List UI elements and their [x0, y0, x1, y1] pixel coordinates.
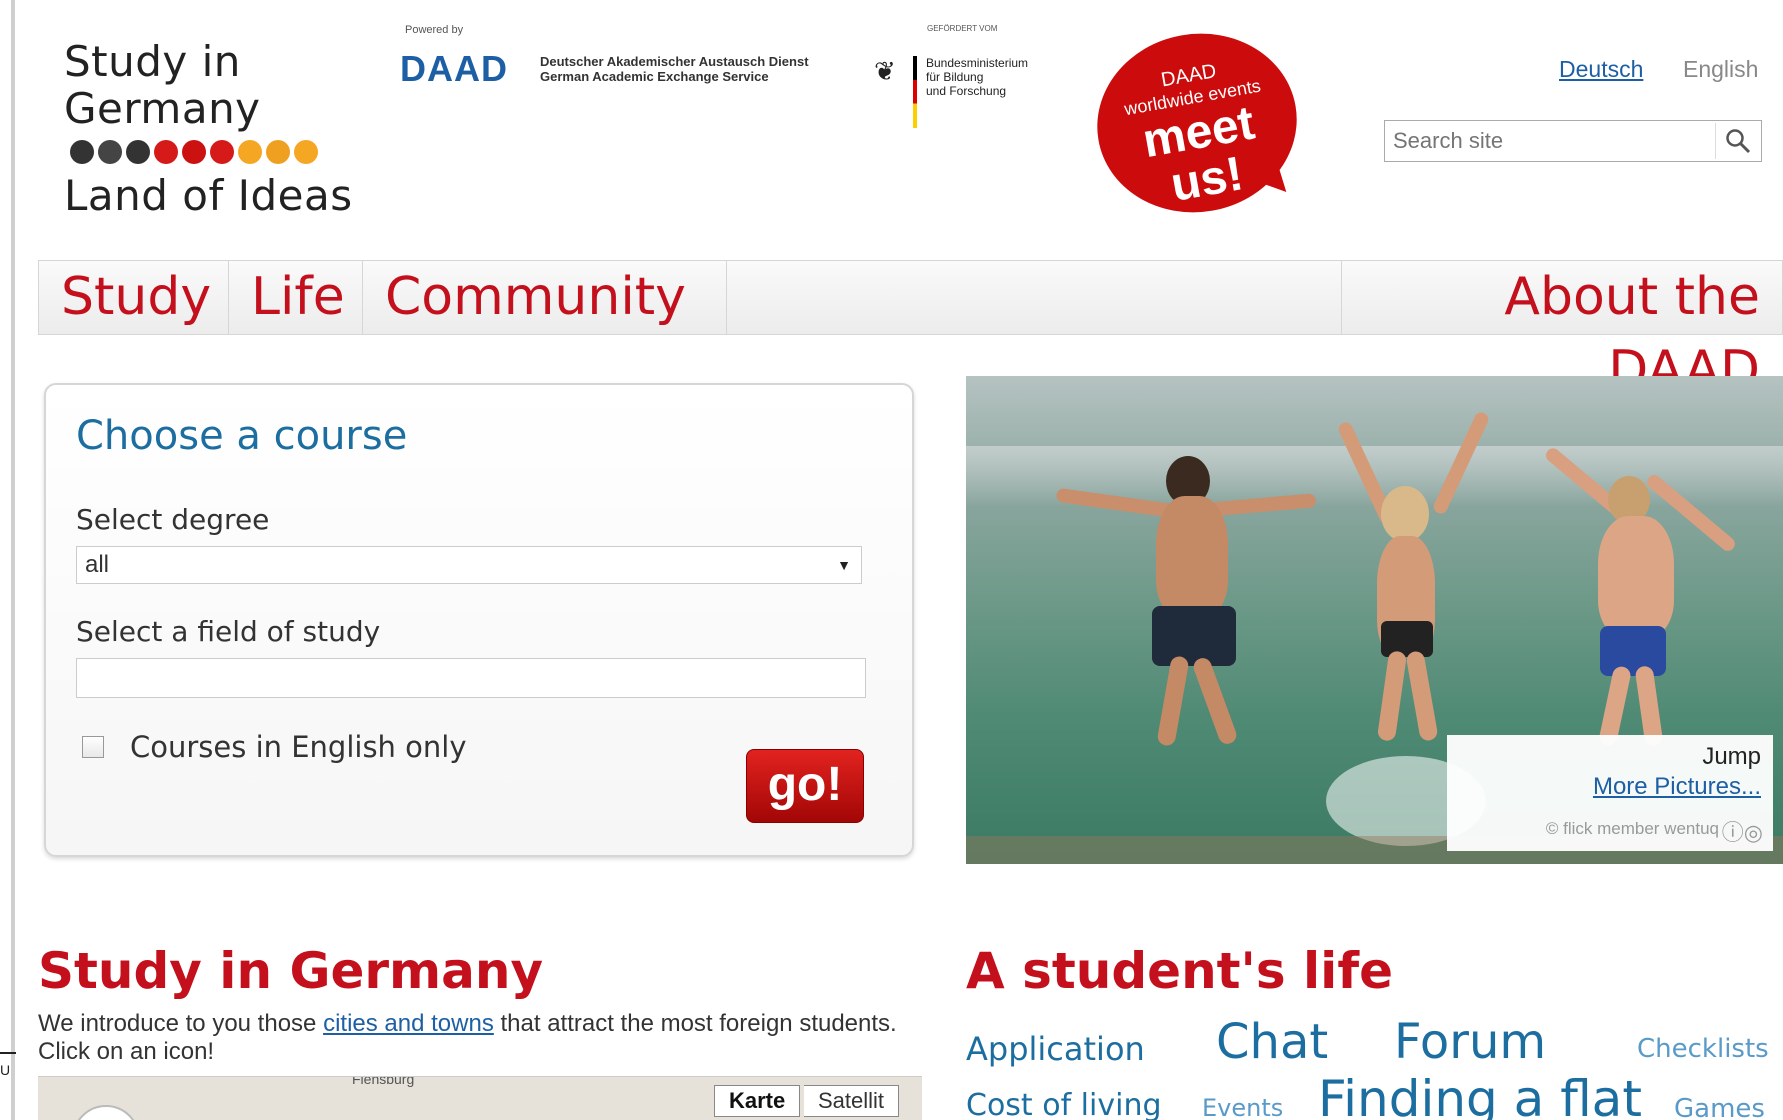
federal-eagle-icon: ❦	[874, 56, 896, 86]
study-intro-text: We introduce to you those cities and tow…	[38, 1010, 918, 1066]
logo-dot-4	[182, 140, 206, 164]
bmbf-line-1: Bundesministerium	[926, 56, 1029, 70]
bmbf-line-2: für Bildung	[926, 70, 984, 84]
cities-and-towns-link[interactable]: cities and towns	[323, 1010, 494, 1037]
daad-name: Deutscher Akademischer Austausch Dienst …	[540, 54, 809, 84]
meet-us-badge[interactable]: DAAD worldwide events meet us!	[1083, 17, 1311, 229]
logo-dots	[70, 140, 354, 164]
photo-person-left	[1055, 436, 1317, 756]
tag-chat[interactable]: Chat	[1216, 1014, 1328, 1070]
degree-label: Select degree	[76, 503, 270, 536]
left-edge-fragment: U	[0, 1052, 16, 1092]
photo-credit: © flick member wentuq	[1545, 819, 1719, 838]
course-finder-panel: Choose a course Select degree all ▼ Sele…	[44, 383, 914, 857]
tag-application[interactable]: Application	[966, 1030, 1145, 1068]
cities-map[interactable]: Flensburg Karte Satellit	[38, 1076, 922, 1120]
language-english-current: English	[1683, 56, 1759, 82]
gefoerdert-label: GEFÖRDERT VOM	[927, 24, 998, 33]
nav-life[interactable]: Life	[229, 261, 363, 334]
photo-person-right	[1536, 436, 1756, 756]
nav-study[interactable]: Study	[39, 261, 229, 334]
nav-community[interactable]: Community	[363, 261, 727, 334]
daad-name-en: German Academic Exchange Service	[540, 69, 769, 84]
more-pictures-link[interactable]: More Pictures...	[1593, 773, 1761, 801]
logo-dot-0	[70, 140, 94, 164]
degree-select[interactable]: all ▼	[76, 546, 862, 584]
logo-line-3: Land of Ideas	[64, 171, 353, 220]
powered-by-label: Powered by	[405, 24, 464, 36]
nav-about-daad[interactable]: About the DAAD	[1341, 261, 1783, 400]
field-of-study-input[interactable]	[76, 658, 866, 698]
photo-caption: Jump More Pictures... © flick member wen…	[1447, 735, 1773, 851]
students-life-heading: A student's life	[966, 942, 1393, 1000]
search-icon[interactable]	[1716, 121, 1760, 161]
photo-person-center	[1311, 396, 1511, 742]
map-town-label: Flensburg	[352, 1076, 415, 1087]
map-type-karte-button[interactable]: Karte	[714, 1085, 801, 1117]
degree-select-value: all	[85, 551, 110, 578]
daad-name-de: Deutscher Akademischer Austausch Dienst	[540, 54, 809, 69]
tag-checklists[interactable]: Checklists	[1637, 1034, 1769, 1064]
tag-games[interactable]: Games	[1674, 1094, 1765, 1120]
map-pan-control[interactable]	[72, 1105, 140, 1120]
chevron-down-icon: ▼	[837, 557, 851, 573]
bmbf-logo[interactable]: Bundesministerium für Bildung und Forsch…	[926, 56, 1028, 98]
map-type-satellit-button[interactable]: Satellit	[804, 1085, 900, 1117]
search-input[interactable]	[1385, 128, 1715, 154]
go-button[interactable]: go!	[746, 749, 864, 823]
course-finder-title: Choose a course	[76, 413, 408, 459]
study-in-germany-heading: Study in Germany	[38, 942, 544, 1000]
logo-dot-6	[238, 140, 262, 164]
language-deutsch-link[interactable]: Deutsch	[1559, 56, 1643, 83]
bmbf-line-3: und Forschung	[926, 84, 1007, 98]
tag-events[interactable]: Events	[1202, 1094, 1283, 1120]
tag-cost-of-living[interactable]: Cost of living	[966, 1088, 1162, 1120]
daad-logo[interactable]: DAAD	[400, 48, 508, 90]
intro-before: We introduce to you those	[38, 1010, 324, 1037]
search-box	[1384, 120, 1762, 162]
main-navigation: Study Life Community About the DAAD	[38, 260, 1783, 400]
logo-dot-3	[154, 140, 178, 164]
english-only-label: Courses in English only	[130, 730, 467, 764]
german-flag-bar	[913, 56, 917, 128]
logo-dot-1	[98, 140, 122, 164]
photo-caption-title: Jump	[1702, 743, 1761, 770]
logo-dot-7	[266, 140, 290, 164]
english-only-checkbox[interactable]	[82, 736, 104, 758]
field-of-study-label: Select a field of study	[76, 615, 381, 648]
window-left-border	[11, 0, 15, 1120]
logo-line-2: Germany	[64, 84, 261, 133]
tag-finding-a-flat[interactable]: Finding a flat	[1318, 1070, 1642, 1120]
logo-line-1: Study in	[64, 37, 241, 86]
logo-dot-2	[126, 140, 150, 164]
tag-forum[interactable]: Forum	[1394, 1014, 1546, 1070]
logo-dot-8	[294, 140, 318, 164]
study-in-germany-logo[interactable]: Study in Germany Land of Ideas	[64, 38, 354, 219]
creative-commons-icon: ⓘ◎	[1721, 820, 1763, 845]
logo-dot-5	[210, 140, 234, 164]
